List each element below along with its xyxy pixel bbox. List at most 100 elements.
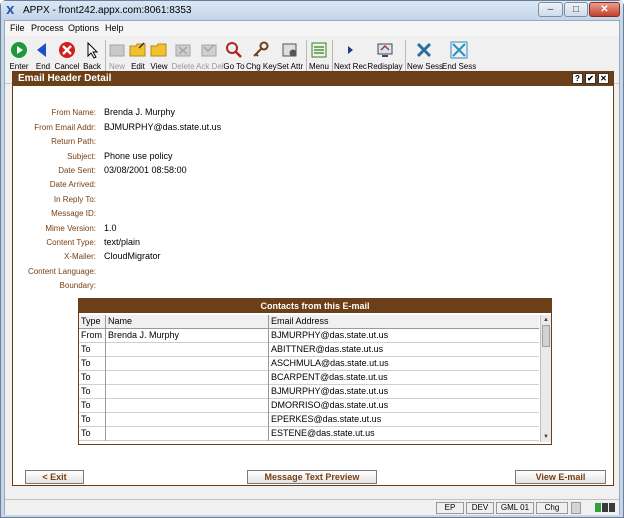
type-cell: To [79, 427, 106, 441]
name-cell [106, 413, 269, 427]
new-icon [109, 44, 125, 57]
message-id-label: Message ID: [51, 209, 96, 218]
table-row[interactable]: To ESTENE@das.state.ut.us [79, 427, 539, 441]
email-cell: ESTENE@das.state.ut.us [271, 428, 375, 438]
email-cell: DMORRISO@das.state.ut.us [271, 400, 389, 410]
contacts-scrollbar[interactable]: ▲ ▼ [540, 315, 551, 442]
email-cell: ABITTNER@das.state.ut.us [271, 344, 384, 354]
panel-close-button[interactable]: ✕ [598, 73, 609, 84]
next-record-icon [348, 46, 353, 54]
return-path-label: Return Path: [51, 137, 96, 146]
exit-button[interactable]: < Exit [25, 470, 84, 484]
menu-file[interactable]: File [10, 23, 25, 33]
name-cell [106, 399, 269, 413]
title-bar[interactable]: X APPX - front242.appx.com:8061:8353 – □… [1, 1, 623, 20]
content-type-label: Content Type: [46, 238, 96, 247]
scroll-thumb[interactable] [542, 325, 550, 347]
name-cell [106, 371, 269, 385]
status-change-mode: Chg [536, 502, 568, 514]
redisplay-label: Redisplay [367, 62, 403, 71]
minimize-button[interactable]: – [538, 2, 563, 17]
key-icon [253, 41, 269, 57]
folder-edit-icon [129, 42, 146, 57]
table-row[interactable]: To ABITTNER@das.state.ut.us [79, 343, 539, 357]
date-arrived-label: Date Arrived: [49, 180, 96, 189]
from-name-label: From Name: [51, 108, 96, 117]
type-cell: To [79, 371, 106, 385]
edit-label: Edit [131, 62, 145, 71]
name-cell [106, 385, 269, 399]
boundary-label: Boundary: [59, 281, 96, 290]
type-cell: To [79, 357, 106, 371]
type-cell: To [79, 399, 106, 413]
enter-label: Enter [9, 62, 29, 71]
status-environment: DEV [466, 502, 494, 514]
email-cell: BCARPENT@das.state.ut.us [271, 372, 388, 382]
window-title: APPX - front242.appx.com:8061:8353 [23, 5, 192, 16]
go-to-label: Go To [223, 62, 245, 71]
type-cell: To [79, 385, 106, 399]
panel-title: Email Header Detail [18, 73, 112, 84]
end-session-icon [450, 41, 468, 59]
cancel-label: Cancel [54, 62, 80, 71]
status-light-green-icon [595, 503, 601, 512]
mime-version-label: Mime Version: [45, 224, 96, 233]
table-header-row: Type Name Email Address [79, 315, 539, 329]
menu-options[interactable]: Options [68, 23, 99, 33]
subject-value: Phone use policy [104, 151, 173, 161]
back-arrow-icon [37, 43, 46, 57]
scroll-up-arrow-icon[interactable]: ▲ [541, 315, 551, 325]
set-attr-label: Set Attr [276, 62, 304, 71]
back-cursor-icon [87, 41, 99, 59]
contacts-title: Contacts from this E-mail [79, 299, 551, 313]
scroll-down-arrow-icon[interactable]: ▼ [541, 432, 551, 442]
from-name-value: Brenda J. Murphy [104, 107, 176, 117]
email-cell: EPERKES@das.state.ut.us [271, 414, 382, 424]
contacts-grid[interactable]: Type Name Email Address From Brenda J. M… [79, 315, 551, 442]
menu-list-icon [311, 42, 327, 58]
email-header-panel: Email Header Detail ? ✔ ✕ From Name: Bre… [12, 71, 614, 486]
message-text-preview-button[interactable]: Message Text Preview [247, 470, 377, 484]
next-rec-label: Next Rec [334, 62, 367, 71]
close-window-button[interactable]: ✕ [589, 2, 620, 17]
from-email-value: BJMURPHY@das.state.ut.us [104, 122, 222, 132]
magnifier-icon [226, 42, 242, 58]
appx-logo-icon: X [6, 4, 15, 17]
help-button[interactable]: ? [572, 73, 583, 84]
contacts-table: Contacts from this E-mail Type Name Emai… [78, 298, 552, 445]
ack-delete-icon [201, 44, 217, 57]
table-row[interactable]: From Brenda J. Murphy BJMURPHY@das.state… [79, 329, 539, 343]
maximize-button[interactable]: □ [564, 2, 588, 17]
menu-help[interactable]: Help [105, 23, 124, 33]
chg-key-label: Chg Key [246, 62, 277, 71]
status-light-off-icon [609, 503, 615, 512]
date-sent-value: 03/08/2001 08:58:00 [104, 165, 187, 175]
email-cell: BJMURPHY@das.state.ut.us [271, 330, 389, 340]
menu-process[interactable]: Process [31, 23, 64, 33]
new-label: New [108, 62, 125, 71]
name-cell: Brenda J. Murphy [106, 329, 269, 343]
ack-del-label: Ack Del [196, 62, 224, 71]
table-row[interactable]: To DMORRISO@das.state.ut.us [79, 399, 539, 413]
table-row[interactable]: To EPERKES@das.state.ut.us [79, 413, 539, 427]
view-email-button[interactable]: View E-mail [515, 470, 606, 484]
column-header-email[interactable]: Email Address [269, 315, 539, 329]
table-row[interactable]: To BCARPENT@das.state.ut.us [79, 371, 539, 385]
table-row[interactable]: To BJMURPHY@das.state.ut.us [79, 385, 539, 399]
play-icon [11, 42, 27, 58]
type-cell: To [79, 413, 106, 427]
status-mode: EP [436, 502, 464, 514]
delete-label: Delete [171, 62, 195, 71]
type-cell: From [79, 329, 106, 343]
column-header-name[interactable]: Name [106, 315, 269, 329]
menu-bar: File Process Options Help [5, 21, 619, 36]
table-row[interactable]: To ASCHMULA@das.state.ut.us [79, 357, 539, 371]
folder-view-icon [150, 43, 167, 57]
column-header-type[interactable]: Type [79, 315, 106, 329]
panel-header: Email Header Detail ? ✔ ✕ [13, 72, 613, 86]
delete-icon [175, 44, 191, 57]
email-cell: ASCHMULA@das.state.ut.us [271, 358, 389, 368]
confirm-button[interactable]: ✔ [585, 73, 596, 84]
redisplay-icon [377, 43, 393, 57]
type-cell: To [79, 343, 106, 357]
